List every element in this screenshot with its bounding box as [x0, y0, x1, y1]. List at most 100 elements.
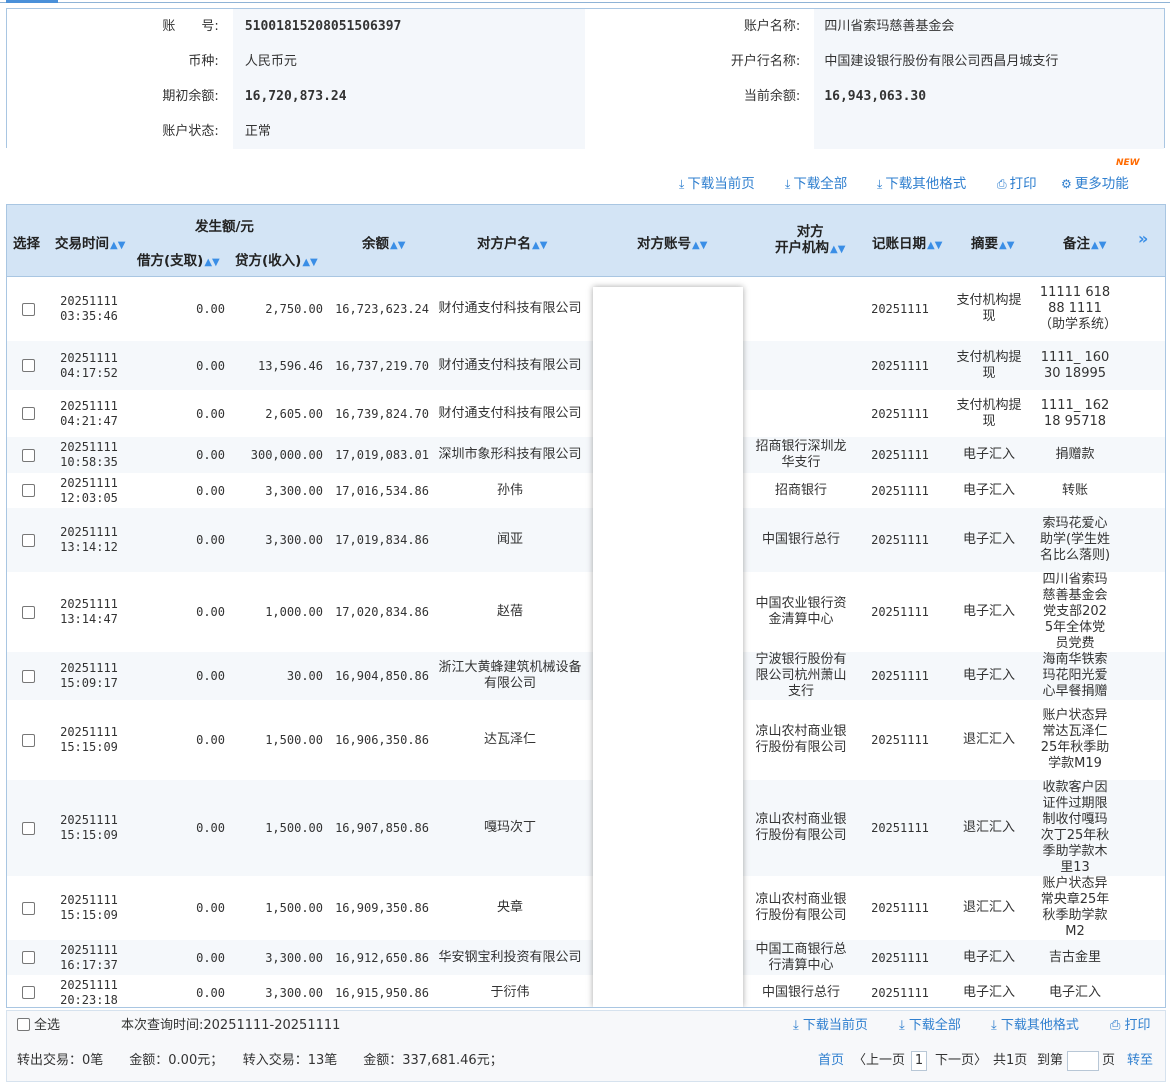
jump-button[interactable]: 转至	[1127, 1051, 1153, 1071]
row-post-date: 20251111	[855, 437, 945, 473]
more-functions-label: 更多功能	[1074, 176, 1129, 192]
row-checkbox[interactable]	[21, 407, 35, 420]
row-balance-text: 17,019,083.01	[335, 448, 429, 462]
active-tab-indicator[interactable]	[6, 0, 58, 3]
scroll-right-icon[interactable]: »	[1138, 229, 1148, 248]
row-post-date: 20251111	[855, 473, 945, 508]
row-select[interactable]	[7, 780, 49, 876]
row-select[interactable]	[7, 876, 49, 940]
row-date-part: 20251111	[60, 597, 118, 611]
table-row[interactable]: 20251111 03:35:46 0.00 2,750.00 16,723,623.2…	[7, 277, 1165, 341]
table-row[interactable]: 20251111 15:15:09 0.00 1,500.00 16,906,350.8…	[7, 700, 1165, 780]
table-row[interactable]: 20251111 04:17:52 0.00 13,596.46 16,737,219.…	[7, 341, 1165, 390]
row-checkbox[interactable]	[21, 733, 35, 747]
row-checkbox[interactable]	[21, 951, 35, 964]
row-counter-name: 闻亚	[437, 508, 583, 572]
top-tab-line	[0, 2, 1170, 3]
first-page-link[interactable]: 首页	[818, 1051, 844, 1071]
prev-page-link[interactable]: 〈上一页	[853, 1051, 905, 1071]
table-row[interactable]: 20251111 04:21:47 0.00 2,605.00 16,739,824.7…	[7, 390, 1165, 437]
table-row[interactable]: 20251111 20:23:18 0.00 3,300.00 16,915,950.8…	[7, 975, 1165, 1007]
col-counter-bank[interactable]: 对方 开户机构▲▼	[775, 224, 845, 258]
col-post-date-label: 记账日期	[872, 236, 926, 252]
row-summary: 电子汇入	[951, 572, 1027, 652]
row-remark: 转账	[1039, 473, 1111, 508]
next-page-link[interactable]: 下一页〉	[935, 1051, 987, 1071]
col-summary[interactable]: 摘要▲▼	[971, 232, 1014, 252]
row-remark-text: 索玛花爱心助学(学生姓名比么落则)	[1039, 516, 1111, 563]
row-select[interactable]	[7, 975, 49, 1007]
select-all-checkbox[interactable]	[17, 1018, 30, 1031]
row-debit-text: 0.00	[196, 358, 225, 373]
footer-download-page-button[interactable]: ⤓ 下载当前页	[793, 1016, 868, 1036]
row-time-part: 16:17:37	[60, 957, 118, 972]
col-counter-name[interactable]: 对方户名▲▼	[477, 232, 547, 252]
row-checkbox[interactable]	[21, 302, 35, 316]
account-status-value: 正常	[232, 114, 585, 149]
row-select[interactable]	[7, 437, 49, 473]
row-remark: 账户状态异常达瓦泽仁25年秋季助学款M19	[1039, 700, 1111, 780]
goto-page-field[interactable]	[1067, 1051, 1099, 1071]
table-row[interactable]: 20251111 10:58:35 0.00 300,000.00 17,019,083…	[7, 437, 1165, 473]
table-row[interactable]: 20251111 12:03:05 0.00 3,300.00 17,016,534.8…	[7, 473, 1165, 508]
col-remark[interactable]: 备注▲▼	[1063, 232, 1106, 252]
row-checkbox[interactable]	[21, 986, 35, 999]
row-select[interactable]	[7, 572, 49, 652]
row-summary-text: 电子汇入	[962, 482, 1015, 498]
col-counter-account[interactable]: 对方账号▲▼	[637, 232, 707, 252]
table-row[interactable]: 20251111 15:15:09 0.00 1,500.00 16,907,850.8…	[7, 780, 1165, 876]
row-select[interactable]	[7, 700, 49, 780]
row-balance: 16,737,219.70	[323, 341, 429, 390]
row-checkbox[interactable]	[21, 359, 35, 372]
row-select[interactable]	[7, 277, 49, 341]
col-post-date[interactable]: 记账日期▲▼	[872, 232, 942, 252]
col-balance[interactable]: 余额▲▼	[362, 232, 405, 252]
col-time[interactable]: 交易时间▲▼	[55, 232, 125, 252]
more-functions-button[interactable]: ⚙ 更多功能	[1061, 172, 1129, 196]
row-balance-text: 17,016,534.86	[335, 483, 429, 498]
download-other-button[interactable]: ⤓ 下载其他格式	[877, 172, 966, 196]
footer-download-all-button[interactable]: ⤓ 下载全部	[899, 1016, 961, 1036]
row-checkbox[interactable]	[21, 484, 35, 497]
row-checkbox[interactable]	[21, 605, 35, 619]
table-row[interactable]: 20251111 15:15:09 0.00 1,500.00 16,909,350.8…	[7, 876, 1165, 940]
row-select[interactable]	[7, 390, 49, 437]
col-credit[interactable]: 贷方(收入)▲▼	[235, 249, 318, 269]
select-all[interactable]: 全选	[17, 1016, 60, 1036]
row-remark-text: 捐赠款	[1055, 447, 1095, 462]
download-all-button[interactable]: ⤓ 下载全部	[785, 172, 847, 196]
currency-value: 人民币元	[232, 44, 585, 79]
table-row[interactable]: 20251111 16:17:37 0.00 3,300.00 16,912,650.8…	[7, 940, 1165, 975]
row-time-part: 10:58:35	[60, 455, 118, 469]
goto-page-input[interactable]	[1067, 1051, 1099, 1071]
row-credit-text: 3,300.00	[265, 533, 323, 547]
row-checkbox[interactable]	[21, 533, 35, 547]
row-select[interactable]	[7, 940, 49, 975]
row-summary: 电子汇入	[951, 940, 1027, 975]
row-select[interactable]	[7, 341, 49, 390]
row-counter-name: 深圳市象形科技有限公司	[437, 437, 583, 473]
col-debit[interactable]: 借方(支取)▲▼	[137, 249, 220, 269]
row-select[interactable]	[7, 473, 49, 508]
row-counter-bank-text: 中国工商银行总行清算中心	[755, 941, 847, 973]
table-row[interactable]: 20251111 13:14:47 0.00 1,000.00 17,020,834.8…	[7, 572, 1165, 652]
footer-download-other-label: 下载其他格式	[1000, 1018, 1079, 1033]
footer-print-button[interactable]: ⎙ 打印	[1110, 1016, 1151, 1036]
row-balance: 16,907,850.86	[323, 780, 429, 876]
row-checkbox[interactable]	[21, 448, 35, 462]
row-checkbox[interactable]	[21, 901, 35, 915]
row-checkbox[interactable]	[21, 821, 35, 835]
footer-download-other-button[interactable]: ⤓ 下载其他格式	[991, 1016, 1079, 1036]
row-date-part: 20251111	[60, 942, 118, 957]
download-page-button[interactable]: ⤓ 下载当前页	[679, 172, 755, 196]
table-row[interactable]: 20251111 13:14:12 0.00 3,300.00 17,019,834.8…	[7, 508, 1165, 572]
row-post-date: 20251111	[855, 700, 945, 780]
row-summary: 支付机构提现	[951, 277, 1027, 341]
row-select[interactable]	[7, 652, 49, 700]
row-balance-text: 16,737,219.70	[335, 358, 429, 373]
row-checkbox[interactable]	[21, 669, 35, 683]
print-button[interactable]: ⎙ 打印	[997, 172, 1037, 196]
row-select[interactable]	[7, 508, 49, 572]
table-row[interactable]: 20251111 15:09:17 0.00 30.00 16,904,850.86 浙江…	[7, 652, 1165, 700]
row-post-date-text: 20251111	[871, 358, 929, 373]
